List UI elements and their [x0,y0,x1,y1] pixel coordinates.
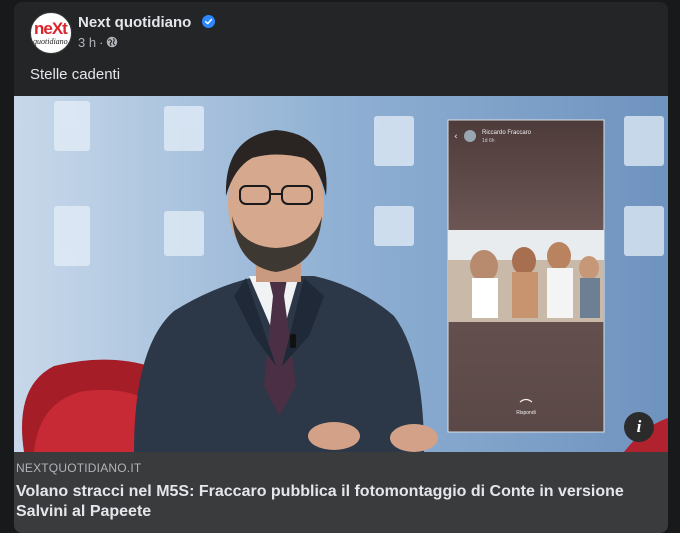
verified-badge-icon [201,15,215,28]
link-preview-image[interactable]: Riccardo Fraccaro 1d 6h ‹ Rispondi i [14,96,668,452]
avatar-logo-text: neXt [34,19,68,38]
page-name-row: Next quotidiano [78,14,215,31]
svg-text:‹: ‹ [454,132,458,142]
post-meta: 3 h · [78,35,118,50]
preview-photo: Riccardo Fraccaro 1d 6h ‹ Rispondi [14,96,668,452]
inset-reply-label: Rispondi [516,410,535,416]
post-message: Stelle cadenti [30,66,121,83]
inset-time: 1d 6h [482,138,495,144]
page-name-link[interactable]: Next quotidiano [78,14,191,31]
info-icon[interactable]: i [624,412,654,442]
avatar-logo-subtext: quotidiano [33,37,68,46]
post-card: neXt quotidiano Next quotidiano 3 h · Ste… [14,2,668,533]
post-timestamp[interactable]: 3 h [78,35,96,50]
page-avatar[interactable]: neXt quotidiano [30,12,72,54]
link-preview-footer[interactable]: NEXTQUOTIDIANO.IT Volano stracci nel M5S… [14,452,668,533]
meta-separator: · [99,35,104,50]
link-domain: NEXTQUOTIDIANO.IT [16,461,142,475]
link-headline[interactable]: Volano stracci nel M5S: Fraccaro pubblic… [16,482,646,522]
inset-username: Riccardo Fraccaro [482,130,532,136]
globe-icon[interactable] [106,36,118,48]
